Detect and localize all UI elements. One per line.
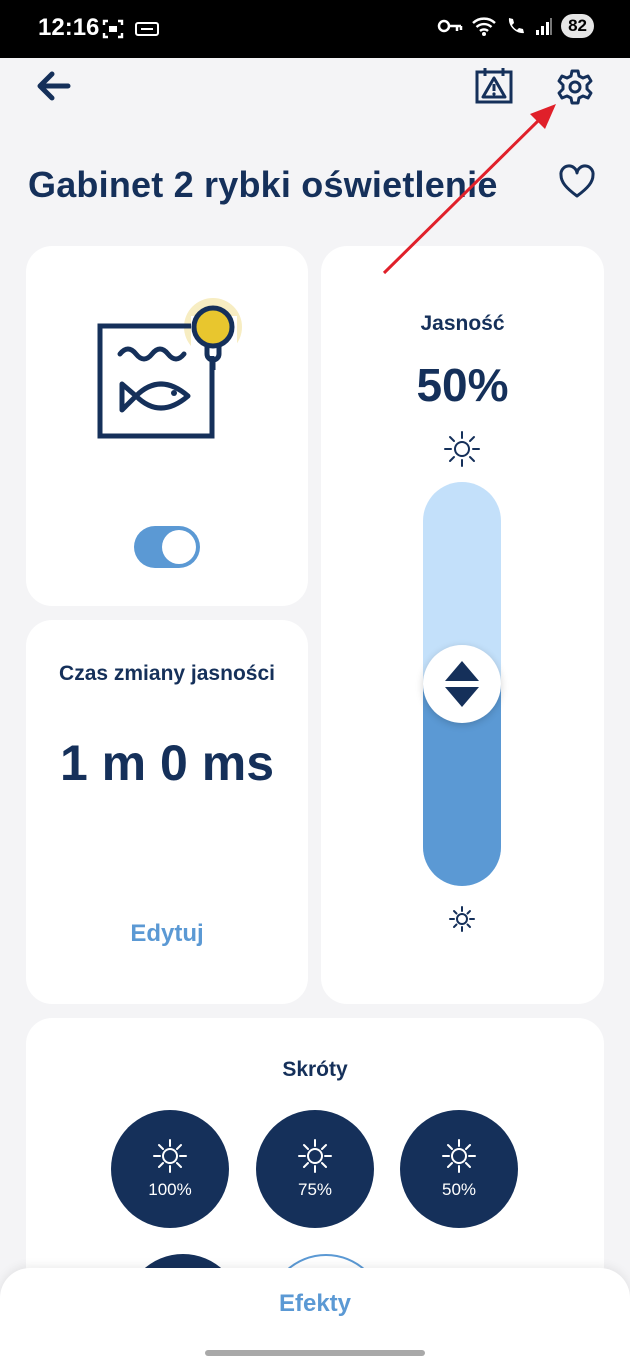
shortcut-label: 75% bbox=[297, 1180, 333, 1199]
sun-low-icon bbox=[449, 906, 475, 932]
sun-icon bbox=[153, 1139, 187, 1173]
status-left-icons bbox=[102, 18, 160, 40]
arrow-left-icon bbox=[37, 71, 71, 101]
power-toggle[interactable] bbox=[134, 526, 200, 568]
sun-high-icon bbox=[444, 431, 480, 467]
screen: 12:16 82 Gabinet 2 rybki oświetlenie Cza… bbox=[0, 0, 630, 1366]
calendar-warning-icon bbox=[475, 68, 513, 104]
status-time: 12:16 bbox=[38, 14, 100, 41]
screenshot-icon bbox=[102, 19, 124, 39]
page-title: Gabinet 2 rybki oświetlenie bbox=[28, 164, 498, 205]
shortcuts-title: Skróty bbox=[282, 1058, 348, 1081]
status-right-icons: 82 bbox=[437, 14, 594, 38]
brightness-slider-handle[interactable] bbox=[423, 645, 501, 723]
shortcut-brightness-50[interactable]: 50% bbox=[400, 1110, 518, 1228]
shortcut-brightness-75[interactable]: 75% bbox=[256, 1110, 374, 1228]
transition-time-card: Czas zmiany jasności 1 m 0 ms Edytuj bbox=[26, 620, 308, 1004]
key-icon bbox=[437, 19, 463, 33]
status-bar: 12:16 82 bbox=[0, 0, 630, 58]
shortcut-label: 100% bbox=[148, 1180, 192, 1199]
device-card bbox=[26, 246, 308, 606]
back-button[interactable] bbox=[34, 68, 74, 104]
edit-transition-button[interactable]: Edytuj bbox=[26, 920, 308, 948]
aquarium-light-icon bbox=[97, 298, 242, 439]
transition-time-value: 1 m 0 ms bbox=[59, 735, 274, 791]
up-down-arrows-icon bbox=[445, 661, 479, 707]
brightness-label: Jasność bbox=[420, 312, 505, 335]
wifi-call-icon bbox=[508, 18, 525, 34]
gear-icon bbox=[557, 69, 593, 105]
brightness-value: 50% bbox=[416, 359, 509, 411]
sun-icon bbox=[442, 1139, 476, 1173]
alarm-log-button[interactable] bbox=[474, 66, 514, 106]
power-toggle-knob bbox=[162, 530, 196, 564]
shortcut-brightness-100[interactable]: 100% bbox=[111, 1110, 229, 1228]
wifi-icon bbox=[472, 17, 496, 36]
signal-icon bbox=[536, 18, 553, 35]
battery-indicator: 82 bbox=[561, 14, 594, 38]
shortcut-label: 50% bbox=[441, 1180, 477, 1199]
brightness-card: Jasność 50% bbox=[321, 246, 604, 1004]
favorite-button[interactable] bbox=[558, 164, 596, 200]
transition-time-label: Czas zmiany jasności bbox=[59, 662, 275, 685]
sun-icon bbox=[298, 1139, 332, 1173]
bottom-sheet: Efekty bbox=[0, 1268, 630, 1366]
effects-button[interactable]: Efekty bbox=[0, 1290, 630, 1318]
home-indicator[interactable] bbox=[205, 1350, 425, 1356]
heart-icon bbox=[559, 164, 595, 198]
settings-button[interactable] bbox=[556, 68, 594, 106]
cast-icon bbox=[135, 22, 159, 36]
